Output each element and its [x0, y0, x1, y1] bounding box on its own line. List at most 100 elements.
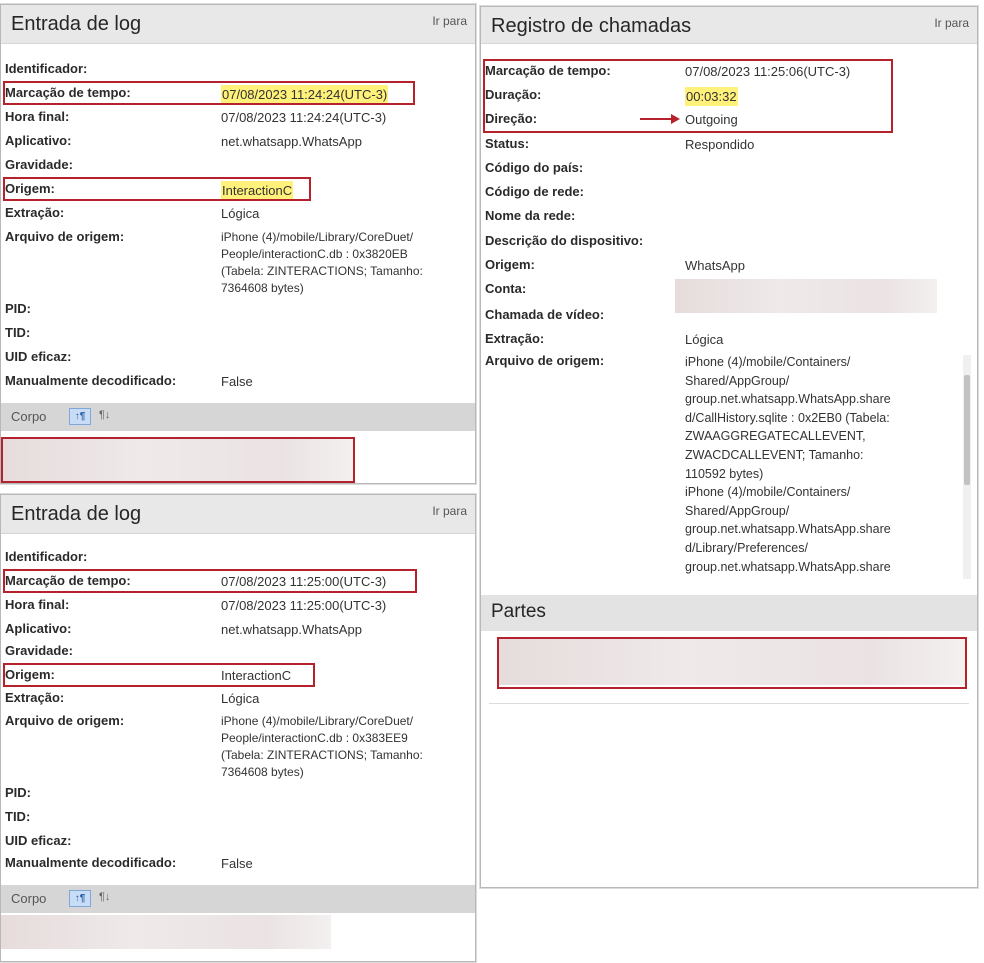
- field-aplicativo: Aplicativo: net.whatsapp.WhatsApp: [5, 131, 471, 153]
- field-status: Status: Respondido: [485, 134, 973, 156]
- field-extracao: Extração: Lógica: [485, 329, 973, 351]
- field-label: Conta:: [485, 281, 527, 296]
- vertical-scrollbar[interactable]: [963, 355, 971, 579]
- field-label: TID:: [5, 809, 31, 824]
- value-line: ZWACDCALLEVENT; Tamanho:: [685, 447, 864, 462]
- field-label: Aplicativo:: [5, 133, 72, 148]
- field-value: 07/08/2023 11:24:24(UTC-3): [221, 110, 387, 125]
- field-uid: UID eficaz:: [5, 347, 471, 369]
- field-origem: Origem: WhatsApp: [485, 255, 973, 277]
- body-label: Corpo: [11, 891, 47, 906]
- value-line: group.net.whatsapp.WhatsApp.share: [685, 559, 891, 574]
- field-aplicativo: Aplicativo: net.whatsapp.WhatsApp: [5, 619, 471, 641]
- field-label: Chamada de vídeo:: [485, 307, 605, 322]
- body-toolbar: Corpo ↑¶ ¶↓: [1, 885, 475, 913]
- value-line: 7364608 bytes): [221, 281, 304, 295]
- value-line: Shared/AppGroup/: [685, 503, 790, 518]
- scrollbar-thumb[interactable]: [964, 375, 970, 485]
- field-label: Gravidade:: [5, 643, 73, 658]
- format-button-alt[interactable]: ¶↓: [99, 891, 110, 903]
- value-line: iPhone (4)/mobile/Library/CoreDuet/: [221, 230, 414, 244]
- field-identificador: Identificador:: [5, 59, 471, 81]
- field-label: Descrição do dispositivo:: [485, 233, 644, 248]
- field-value: WhatsApp: [685, 258, 745, 273]
- goto-link[interactable]: Ir para: [432, 504, 467, 518]
- panel-header: Entrada de log Ir para: [1, 5, 475, 44]
- field-label: Hora final:: [5, 597, 70, 612]
- field-value: net.whatsapp.WhatsApp: [221, 134, 362, 149]
- field-tid: TID:: [5, 807, 471, 829]
- value-line: People/interactionC.db : 0x3820EB: [221, 247, 408, 261]
- field-label: Hora final:: [5, 109, 70, 124]
- format-button[interactable]: ↑¶: [69, 408, 91, 425]
- field-label: Arquivo de origem:: [5, 229, 125, 244]
- field-label: Arquivo de origem:: [5, 713, 125, 728]
- field-tid: TID:: [5, 323, 471, 345]
- value-line: d/Library/Preferences/: [685, 540, 808, 555]
- field-gravidade: Gravidade:: [5, 155, 471, 177]
- field-label: Extração:: [485, 331, 545, 346]
- field-extracao: Extração: Lógica: [5, 203, 471, 225]
- field-label: UID eficaz:: [5, 349, 72, 364]
- panel-title: Entrada de log: [11, 503, 142, 525]
- body-label: Corpo: [11, 409, 47, 424]
- parties-header: Partes: [481, 595, 977, 631]
- field-label: Código do país:: [485, 160, 584, 175]
- annotation-box: [3, 569, 417, 593]
- field-label: Manualmente decodificado:: [5, 855, 177, 870]
- field-label: Origem:: [485, 257, 535, 272]
- log-entry-panel-1: Entrada de log Ir para Identificador: Ma…: [0, 4, 476, 484]
- value-line: Shared/AppGroup/: [685, 373, 790, 388]
- field-label: UID eficaz:: [5, 833, 72, 848]
- field-label: Manualmente decodificado:: [5, 373, 177, 388]
- value-line: 7364608 bytes): [221, 765, 304, 779]
- value-line: d/CallHistory.sqlite : 0x2EB0 (Tabela:: [685, 410, 890, 425]
- field-label: Extração:: [5, 690, 65, 705]
- field-extracao: Extração: Lógica: [5, 688, 471, 710]
- field-gravidade: Gravidade:: [5, 641, 471, 663]
- field-value: False: [221, 374, 253, 389]
- value-line: group.net.whatsapp.WhatsApp.share: [685, 522, 891, 537]
- value-line: iPhone (4)/mobile/Library/CoreDuet/: [221, 714, 414, 728]
- redacted-body: [1, 915, 331, 949]
- field-label: TID:: [5, 325, 31, 340]
- format-button[interactable]: ↑¶: [69, 890, 91, 907]
- field-label: Identificador:: [5, 549, 88, 564]
- field-label: Nome da rede:: [485, 208, 576, 223]
- field-label: Aplicativo:: [5, 621, 72, 636]
- call-log-panel: Registro de chamadas Ir para Marcação de…: [480, 6, 978, 888]
- value-line: (Tabela: ZINTERACTIONS; Tamanho:: [221, 748, 423, 762]
- goto-link[interactable]: Ir para: [934, 16, 969, 30]
- source-file-scroll[interactable]: Arquivo de origem: iPhone (4)/mobile/Con…: [481, 351, 977, 583]
- annotation-box: [497, 637, 967, 689]
- value-line: People/interactionC.db : 0x383EE9: [221, 731, 408, 745]
- value-line: iPhone (4)/mobile/Containers/: [685, 355, 851, 369]
- field-value: False: [221, 856, 253, 871]
- annotation-box: [3, 81, 415, 105]
- field-value: 07/08/2023 11:25:00(UTC-3): [221, 598, 387, 613]
- field-identificador: Identificador:: [5, 547, 471, 569]
- annotation-box: [3, 177, 311, 201]
- panel-title: Entrada de log: [11, 13, 142, 35]
- divider: [489, 703, 969, 704]
- field-label: Status:: [485, 136, 530, 151]
- field-uid: UID eficaz:: [5, 831, 471, 853]
- field-label: Código de rede:: [485, 184, 584, 199]
- field-codigo-rede: Código de rede:: [485, 182, 973, 204]
- field-value: iPhone (4)/mobile/Library/CoreDuet/ Peop…: [221, 713, 423, 781]
- format-button-alt[interactable]: ¶↓: [99, 409, 110, 421]
- field-arquivo: Arquivo de origem: iPhone (4)/mobile/Lib…: [5, 711, 471, 783]
- field-pid: PID:: [5, 783, 471, 805]
- goto-link[interactable]: Ir para: [432, 14, 467, 28]
- field-label: PID:: [5, 301, 31, 316]
- field-manual: Manualmente decodificado: False: [5, 371, 471, 393]
- field-nome-rede: Nome da rede:: [485, 206, 973, 228]
- field-value: net.whatsapp.WhatsApp: [221, 622, 362, 637]
- panel-title: Registro de chamadas: [491, 15, 692, 37]
- field-arquivo: Arquivo de origem: iPhone (4)/mobile/Lib…: [5, 227, 471, 299]
- panel-header: Registro de chamadas Ir para: [481, 7, 977, 44]
- field-value: Lógica: [221, 691, 260, 706]
- annotation-box: [1, 437, 355, 483]
- panel-header: Entrada de log Ir para: [1, 495, 475, 534]
- field-value: Lógica: [685, 332, 724, 347]
